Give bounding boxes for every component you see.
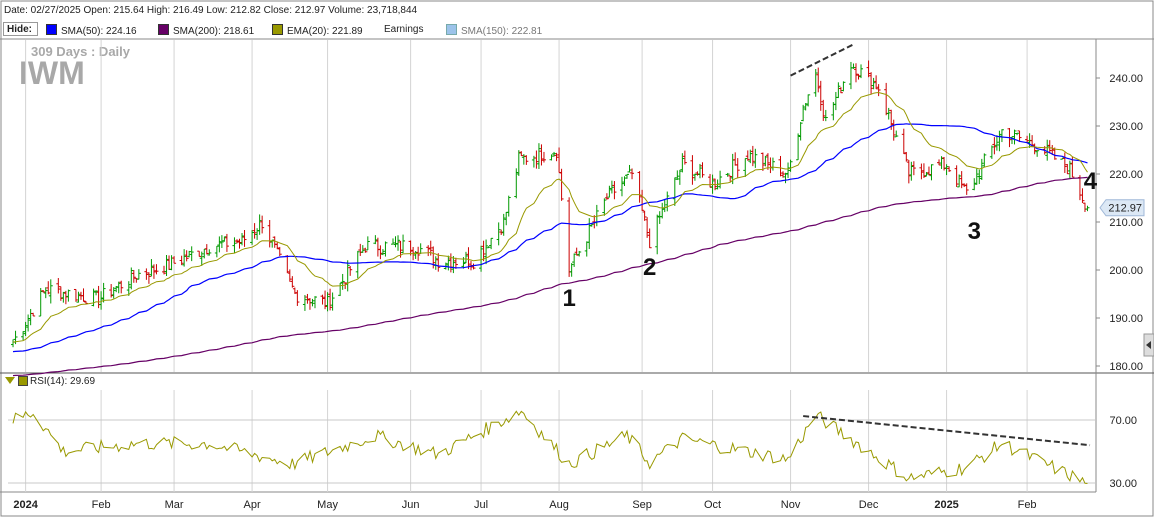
x-tick-label: 2025 (934, 499, 958, 511)
annotation-label: 2 (643, 254, 656, 281)
rsi-tick-label: 30.00 (1109, 478, 1137, 490)
x-tick-label: Sep (632, 499, 652, 511)
x-tick-label: May (317, 499, 338, 511)
x-tick-label: Feb (92, 499, 111, 511)
x-tick-label: Jul (474, 499, 488, 511)
last-price-tag (1099, 199, 1145, 217)
collapse-triangle-icon[interactable] (5, 377, 15, 384)
price-tick-label: 210.00 (1109, 217, 1143, 229)
price-chart-svg: 2024 Feb Mar Apr May Jun Jul Aug Sep Oct Nov Dec 202… (0, 0, 1154, 517)
price-trendline (790, 43, 854, 77)
x-tick-label: Dec (859, 499, 879, 511)
annotation-label: 1 (562, 285, 575, 312)
price-tick-label: 220.00 (1109, 169, 1143, 181)
legend-sma200[interactable]: SMA(200): 218.61 (158, 24, 254, 37)
ohlc-info-line: Date: 02/27/2025 Open: 215.64 High: 216.… (4, 5, 418, 16)
rsi-tick-label: 70.00 (1109, 415, 1137, 427)
legend-sma50[interactable]: SMA(50): 224.16 (46, 24, 137, 37)
scroll-left-icon (1146, 341, 1151, 349)
sma200-swatch-icon (158, 24, 169, 35)
scroll-handle (1143, 333, 1154, 357)
rsi-trendline (803, 415, 1091, 447)
last-price-label: 212.97 (1108, 203, 1142, 215)
ticker-watermark: IWM (19, 55, 85, 91)
x-tick-label: Jun (402, 499, 420, 511)
x-tick-label: Mar (165, 499, 184, 511)
annotation-label: 4 (1084, 168, 1098, 195)
rsi-label: RSI(14): 29.69 (30, 376, 96, 387)
legend-earnings[interactable]: Earnings (384, 24, 423, 35)
ema20-swatch-icon (272, 24, 283, 35)
sma150-swatch-icon (446, 24, 457, 35)
x-tick-label: Apr (244, 499, 261, 511)
price-tick-label: 230.00 (1109, 121, 1143, 133)
ema20-line (12, 91, 1088, 343)
rsi-line (12, 410, 1088, 484)
sma50-line (12, 123, 1088, 353)
indicator-toolbar: Hide: SMA(50): 224.16 SMA(200): 218.61 E… (0, 20, 1154, 39)
x-tick-label: Feb (1018, 499, 1037, 511)
annotation-label: 3 (968, 218, 981, 245)
x-tick-label: 2024 (13, 499, 38, 511)
x-tick-label: Oct (704, 499, 721, 511)
legend-ema20[interactable]: EMA(20): 221.89 (272, 24, 363, 37)
x-tick-label: Aug (549, 499, 569, 511)
price-tick-label: 190.00 (1109, 313, 1143, 325)
stock-chart-app: Date: 02/27/2025 Open: 215.64 High: 216.… (0, 0, 1154, 517)
hide-button[interactable]: Hide: (3, 22, 38, 36)
price-tick-label: 180.00 (1109, 361, 1143, 373)
sma200-line (12, 176, 1088, 377)
sma50-swatch-icon (46, 24, 57, 35)
rsi-swatch-icon (18, 376, 28, 386)
chart-frame (0, 0, 1154, 517)
rsi-panel-header: RSI(14): 29.69 (0, 375, 1154, 389)
legend-sma150[interactable]: SMA(150): 222.81 (446, 24, 542, 37)
x-tick-label: Nov (781, 499, 801, 511)
price-tick-label: 240.00 (1109, 73, 1143, 85)
price-tick-label: 200.00 (1109, 265, 1143, 277)
